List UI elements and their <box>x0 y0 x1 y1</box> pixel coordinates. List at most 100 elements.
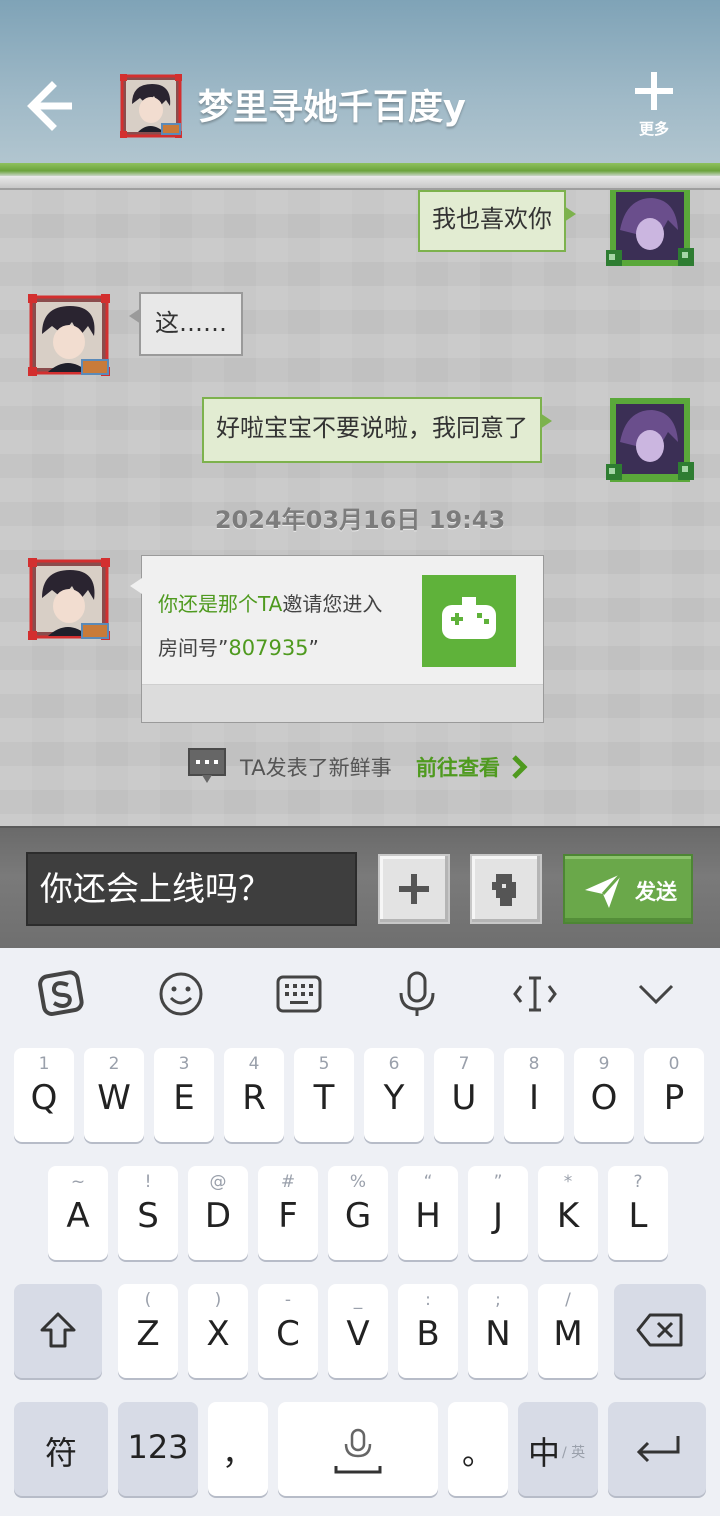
more-button[interactable]: 更多 <box>626 72 682 142</box>
text-cursor-icon <box>513 976 557 1012</box>
key-a[interactable]: ~ A <box>48 1166 108 1260</box>
key-b[interactable]: :B <box>398 1284 458 1378</box>
room-prefix: 房间号” <box>158 636 229 660</box>
backspace-icon <box>636 1313 683 1347</box>
my-avatar[interactable] <box>606 398 694 488</box>
voice-input-button[interactable] <box>391 968 443 1020</box>
invite-line: 你还是那个TA邀请您进入 <box>158 588 382 617</box>
send-button[interactable]: 发送 <box>563 854 693 924</box>
key-i[interactable]: 8I <box>504 1048 564 1142</box>
gamepad-tile[interactable] <box>422 575 516 667</box>
key-t[interactable]: 5T <box>294 1048 354 1142</box>
key-o[interactable]: 9O <box>574 1048 634 1142</box>
symbols-key[interactable]: 符 <box>14 1402 108 1496</box>
message-bubble-outgoing[interactable]: 我也喜欢你 <box>418 190 576 252</box>
message-bubble-incoming[interactable]: 这…… <box>129 292 243 356</box>
comma-key[interactable]: ， <box>208 1402 268 1496</box>
game-invite-card[interactable]: 你还是那个TA邀请您进入 房间号”807935” <box>130 555 544 723</box>
more-label: 更多 <box>638 120 669 138</box>
view-link[interactable]: 前往查看 <box>416 752 500 782</box>
contact-avatar[interactable] <box>120 74 182 138</box>
paper-plane-icon <box>585 872 623 908</box>
key-y[interactable]: 6Y <box>364 1048 424 1142</box>
backspace-key[interactable] <box>614 1284 706 1378</box>
language-switch-key[interactable]: 中 / 英 <box>518 1402 598 1496</box>
hide-keyboard-button[interactable] <box>630 968 682 1020</box>
cursor-control-button[interactable] <box>509 968 561 1020</box>
key-p[interactable]: 0P <box>644 1048 704 1142</box>
key-j[interactable]: ” J <box>468 1166 528 1260</box>
invite-sender: 你还是那个TA <box>158 592 283 616</box>
period-key[interactable]: 。 <box>448 1402 508 1496</box>
message-bubble-outgoing[interactable]: 好啦宝宝不要说啦，我同意了 <box>202 397 552 463</box>
space-key[interactable] <box>278 1402 438 1496</box>
key-v[interactable]: _ V <box>328 1284 388 1378</box>
shift-key[interactable] <box>14 1284 102 1378</box>
key-e[interactable]: 3E <box>154 1048 214 1142</box>
back-button[interactable] <box>22 78 78 134</box>
shift-arrow-icon <box>40 1312 76 1348</box>
attach-button[interactable] <box>378 854 450 924</box>
key-x[interactable]: ) X <box>188 1284 248 1378</box>
key-u[interactable]: 7U <box>434 1048 494 1142</box>
lang-main: 中 <box>528 1434 561 1472</box>
key-c[interactable]: -C <box>258 1284 318 1378</box>
smiley-icon <box>159 972 203 1016</box>
key-d[interactable]: @ D <box>188 1166 248 1260</box>
sogou-logo-icon <box>38 970 84 1016</box>
chat-header: 梦里寻她千百度y 更多 <box>0 0 720 176</box>
key-r[interactable]: 4R <box>224 1048 284 1142</box>
room-suffix: ” <box>308 636 319 660</box>
soft-keyboard: 1Q 2W 3E 4R 5T 6Y 7U 8I 9O 0P ~ A ! S @ D #… <box>0 948 720 1516</box>
chevron-down-icon <box>638 984 674 1005</box>
keyboard-switch-button[interactable] <box>273 968 325 1020</box>
emoji-panel-button[interactable] <box>155 968 207 1020</box>
chevron-right-icon <box>512 755 528 779</box>
key-f[interactable]: # F <box>258 1166 318 1260</box>
gamepad-icon <box>442 597 496 639</box>
message-list[interactable]: 我也喜欢你 这…… 好啦宝宝不要说啦，我同意了 2024年03月16日 19:4… <box>0 190 720 826</box>
my-avatar[interactable] <box>606 190 694 272</box>
message-timestamp: 2024年03月16日 19:43 <box>214 506 506 534</box>
keyboard-icon <box>276 975 322 1013</box>
message-composer: 你还会上线吗？ 发送 <box>0 826 720 948</box>
plus-icon <box>399 874 429 904</box>
contact-avatar[interactable] <box>28 558 112 642</box>
microphone-icon <box>399 971 435 1016</box>
key-l[interactable]: ? L <box>608 1166 668 1260</box>
message-icon <box>188 748 226 783</box>
key-g[interactable]: % G <box>328 1166 388 1260</box>
room-number: 807935 <box>228 636 309 660</box>
invite-text: 邀请您进入 <box>282 592 383 616</box>
message-text: 好啦宝宝不要说啦，我同意了 <box>216 414 528 442</box>
return-icon <box>636 1436 680 1463</box>
key-s[interactable]: ! S <box>118 1166 178 1260</box>
invite-card-footer <box>142 684 543 722</box>
creeper-icon <box>492 874 516 906</box>
lang-sub: / 英 <box>562 1445 586 1461</box>
chat-title: 梦里寻她千百度y <box>198 88 466 128</box>
key-w[interactable]: 2W <box>84 1048 144 1142</box>
key-q[interactable]: 1Q <box>14 1048 74 1142</box>
enter-key[interactable] <box>608 1402 706 1496</box>
arrow-left-icon <box>27 81 72 131</box>
microphone-space-icon <box>334 1428 382 1474</box>
plus-icon <box>635 72 673 110</box>
sogou-logo-button[interactable] <box>36 968 88 1020</box>
key-k[interactable]: * K <box>538 1166 598 1260</box>
news-text: TA发表了新鲜事 <box>240 756 392 780</box>
send-label: 发送 <box>635 880 677 904</box>
message-text: 这…… <box>155 309 227 337</box>
key-h[interactable]: “H <box>398 1166 458 1260</box>
emoji-button[interactable] <box>470 854 542 924</box>
header-divider <box>0 163 720 176</box>
key-z[interactable]: (Z <box>118 1284 178 1378</box>
header-shadow <box>0 176 720 190</box>
contact-avatar[interactable] <box>28 294 112 378</box>
invite-room-line: 房间号”807935” <box>158 632 319 661</box>
key-m[interactable]: / M <box>538 1284 598 1378</box>
key-n[interactable]: ; N <box>468 1284 528 1378</box>
message-input[interactable]: 你还会上线吗？ <box>26 852 357 926</box>
message-text: 我也喜欢你 <box>432 205 552 233</box>
numbers-key[interactable]: 123 <box>118 1402 198 1496</box>
